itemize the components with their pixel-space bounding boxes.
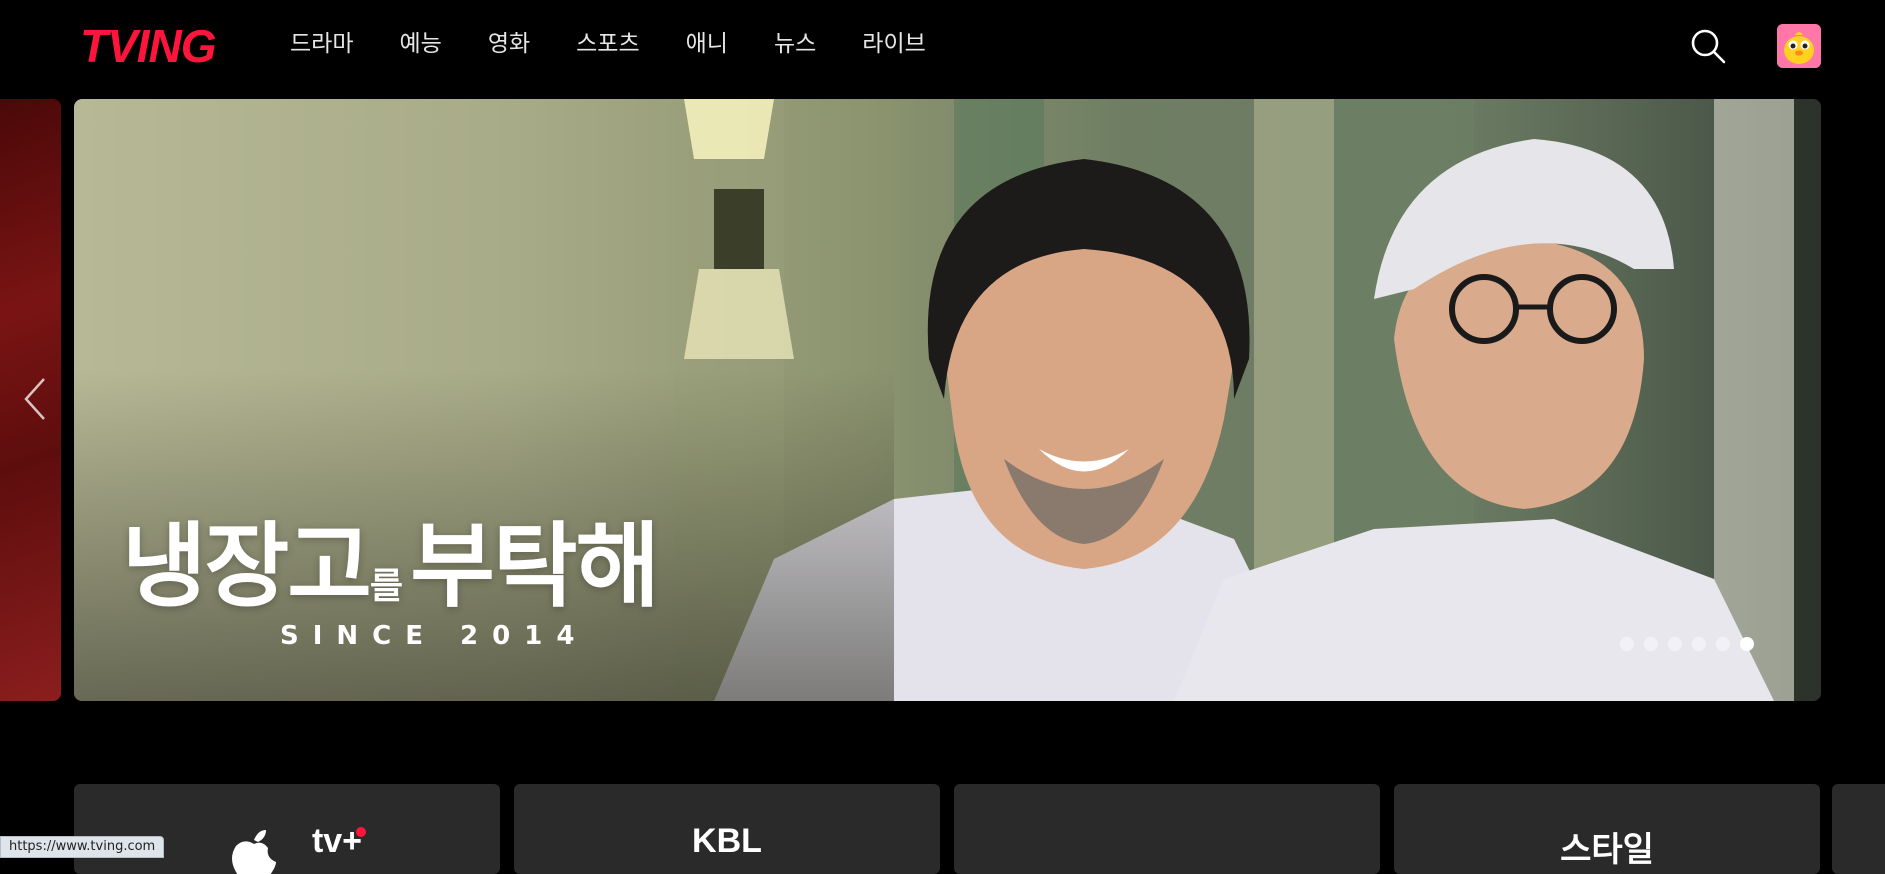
next-channel-peek[interactable]: [1832, 784, 1885, 874]
hero-subtitle: SINCE 2014: [280, 621, 589, 651]
nav-drama[interactable]: 드라마: [290, 28, 353, 60]
channel-card-appletv[interactable]: tv+: [74, 784, 500, 874]
nav-movie[interactable]: 영화: [488, 28, 530, 60]
nav-anime[interactable]: 애니: [686, 28, 728, 60]
channel-row: tv+ KBL 스타일: [74, 784, 1820, 874]
hero-title-end: 부탁해: [410, 513, 660, 620]
channel-label: KBL: [692, 822, 762, 860]
new-badge: [356, 827, 366, 837]
channel-card-style[interactable]: 스타일: [1394, 784, 1820, 874]
carousel-dot[interactable]: [1716, 637, 1730, 651]
carousel-dot-active[interactable]: [1740, 637, 1754, 651]
hero-title: 냉장고를 부탁해: [122, 519, 660, 635]
main-nav: 드라마 예능 영화 스포츠 애니 뉴스 라이브: [290, 28, 972, 60]
search-icon[interactable]: [1690, 28, 1726, 64]
hero-banner[interactable]: 냉장고를 부탁해 SINCE 2014: [74, 99, 1821, 701]
tving-logo[interactable]: TVING: [80, 22, 217, 70]
profile-avatar[interactable]: [1777, 24, 1821, 68]
hero-title-particle: 를: [369, 566, 404, 607]
nav-variety[interactable]: 예능: [399, 28, 441, 60]
nav-live[interactable]: 라이브: [862, 28, 925, 60]
nav-sports[interactable]: 스포츠: [576, 28, 639, 60]
carousel-dot[interactable]: [1644, 637, 1658, 651]
chevron-left-icon[interactable]: [22, 375, 48, 423]
channel-label: tv+: [311, 822, 363, 860]
nav-news[interactable]: 뉴스: [774, 28, 816, 60]
channel-card-kbl[interactable]: KBL: [514, 784, 940, 874]
carousel-dot[interactable]: [1620, 637, 1634, 651]
top-navigation: TVING 드라마 예능 영화 스포츠 애니 뉴스 라이브: [0, 0, 1885, 92]
status-bar-url: https://www.tving.com: [0, 836, 165, 858]
chick-avatar-icon: [1777, 24, 1821, 68]
hero-title-main: 냉장고: [122, 513, 372, 620]
carousel-dot[interactable]: [1692, 637, 1706, 651]
channel-label: 스타일: [1560, 831, 1654, 869]
channel-card-3[interactable]: [954, 784, 1380, 874]
carousel-indicators: [1620, 637, 1754, 651]
carousel-dot[interactable]: [1668, 637, 1682, 651]
